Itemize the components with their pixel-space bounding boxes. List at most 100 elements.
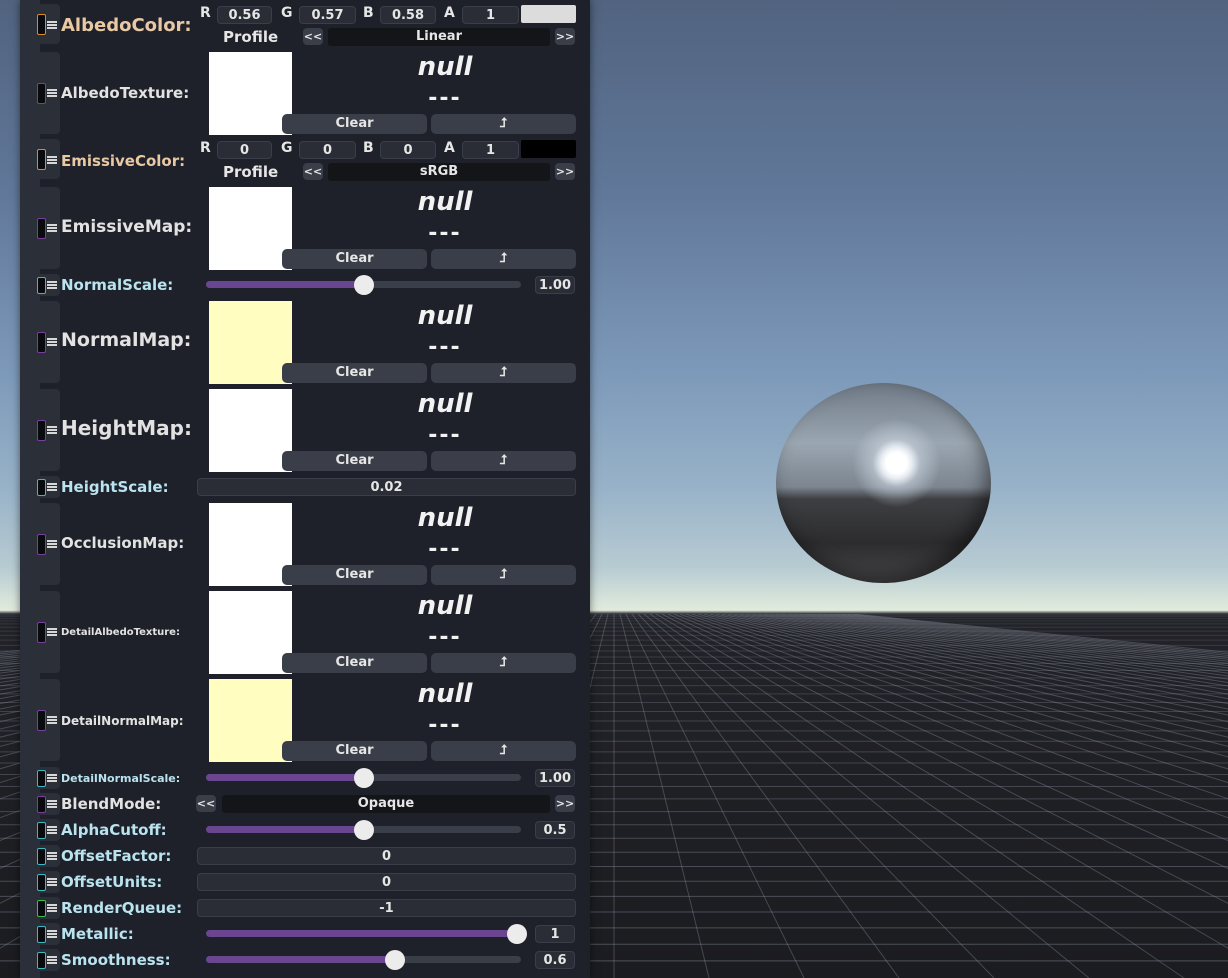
- offset-factor-field[interactable]: 0: [197, 847, 576, 865]
- clear-button[interactable]: Clear: [282, 653, 427, 673]
- drag-handle-icon[interactable]: [47, 930, 57, 938]
- normal-scale-value[interactable]: 1.00: [535, 276, 575, 294]
- drag-handle-icon[interactable]: [47, 426, 57, 434]
- profile-next-button[interactable]: >>: [555, 163, 575, 180]
- clear-button[interactable]: Clear: [282, 114, 427, 134]
- drag-handle-icon[interactable]: [47, 89, 57, 97]
- input-socket-icon[interactable]: [37, 848, 46, 865]
- pick-texture-button[interactable]: ⮥: [431, 653, 576, 673]
- drag-handle-icon[interactable]: [47, 338, 57, 346]
- clear-button[interactable]: Clear: [282, 565, 427, 585]
- slider-knob[interactable]: [353, 275, 374, 295]
- blend-mode-prev-button[interactable]: <<: [196, 795, 216, 812]
- slider-knob[interactable]: [507, 924, 527, 944]
- albedo-a-field[interactable]: 1: [462, 6, 519, 24]
- input-socket-icon[interactable]: [37, 874, 46, 891]
- drag-handle-icon[interactable]: [47, 628, 57, 636]
- profile-next-button[interactable]: >>: [555, 28, 575, 45]
- input-socket-icon[interactable]: [37, 926, 46, 943]
- pick-texture-button[interactable]: ⮥: [431, 565, 576, 585]
- height-scale-field[interactable]: 0.02: [197, 478, 576, 496]
- pick-texture-button[interactable]: ⮥: [431, 363, 576, 383]
- input-socket-icon[interactable]: [37, 900, 46, 917]
- drag-handle-icon[interactable]: [47, 281, 57, 289]
- input-socket-icon[interactable]: [37, 710, 46, 731]
- profile-prev-button[interactable]: <<: [303, 163, 323, 180]
- slider-knob[interactable]: [353, 820, 374, 840]
- input-socket-icon[interactable]: [37, 796, 46, 813]
- slider-fill: [206, 281, 364, 288]
- height-map-preview[interactable]: [209, 389, 292, 472]
- emissive-color-label: EmissiveColor:: [61, 152, 186, 170]
- input-socket-icon[interactable]: [37, 622, 46, 643]
- pick-texture-button[interactable]: ⮥: [431, 741, 576, 761]
- emissive-a-field[interactable]: 1: [462, 141, 519, 159]
- drag-handle-icon[interactable]: [47, 956, 57, 964]
- pick-texture-button[interactable]: ⮥: [431, 114, 576, 134]
- albedo-texture-preview[interactable]: [209, 52, 292, 135]
- alpha-cutoff-value[interactable]: 0.5: [535, 821, 575, 839]
- drag-handle-icon[interactable]: [47, 156, 57, 164]
- offset-units-field[interactable]: 0: [197, 873, 576, 891]
- drag-handle-icon[interactable]: [47, 800, 57, 808]
- render-queue-field[interactable]: -1: [197, 899, 576, 917]
- emissive-r-field[interactable]: 0: [217, 141, 272, 159]
- albedo-b-field[interactable]: 0.58: [380, 6, 436, 24]
- pick-texture-button[interactable]: ⮥: [431, 249, 576, 269]
- input-socket-icon[interactable]: [37, 83, 46, 104]
- drag-handle-icon[interactable]: [47, 716, 57, 724]
- input-socket-icon[interactable]: [37, 332, 46, 353]
- preview-sphere[interactable]: [776, 383, 991, 583]
- albedo-profile-select[interactable]: Linear: [328, 28, 550, 46]
- smoothness-value[interactable]: 0.6: [535, 951, 575, 969]
- input-socket-icon[interactable]: [37, 14, 46, 35]
- drag-handle-icon[interactable]: [47, 774, 57, 782]
- smoothness-label: Smoothness:: [61, 951, 171, 969]
- emissive-map-preview[interactable]: [209, 187, 292, 270]
- normal-map-preview[interactable]: [209, 301, 292, 384]
- input-socket-icon[interactable]: [37, 149, 46, 170]
- texture-dash: ---: [428, 423, 462, 448]
- input-socket-icon[interactable]: [37, 534, 46, 555]
- emissive-profile-select[interactable]: sRGB: [328, 163, 550, 181]
- drag-handle-icon[interactable]: [47, 21, 57, 29]
- blend-mode-select[interactable]: Opaque: [222, 795, 550, 813]
- detail-normal-map-preview[interactable]: [209, 679, 292, 762]
- input-socket-icon[interactable]: [37, 277, 46, 294]
- slider-knob[interactable]: [353, 768, 374, 788]
- drag-handle-icon[interactable]: [47, 852, 57, 860]
- smoothness-slider[interactable]: [206, 956, 521, 963]
- input-socket-icon[interactable]: [37, 479, 46, 496]
- detail-normal-scale-label: DetailNormalScale:: [61, 772, 181, 785]
- metallic-slider[interactable]: [206, 930, 521, 937]
- input-socket-icon[interactable]: [37, 770, 46, 787]
- blend-mode-next-button[interactable]: >>: [555, 795, 575, 812]
- slider-knob[interactable]: [385, 950, 405, 970]
- drag-handle-icon[interactable]: [47, 826, 57, 834]
- albedo-color-swatch[interactable]: [521, 5, 576, 23]
- albedo-r-field[interactable]: 0.56: [217, 6, 272, 24]
- pick-texture-button[interactable]: ⮥: [431, 451, 576, 471]
- detail-normal-scale-value[interactable]: 1.00: [535, 769, 575, 787]
- input-socket-icon[interactable]: [37, 218, 46, 239]
- input-socket-icon[interactable]: [37, 952, 46, 969]
- emissive-color-swatch[interactable]: [521, 140, 576, 158]
- drag-handle-icon[interactable]: [47, 483, 57, 491]
- profile-prev-button[interactable]: <<: [303, 28, 323, 45]
- input-socket-icon[interactable]: [37, 420, 46, 441]
- drag-handle-icon[interactable]: [47, 904, 57, 912]
- drag-handle-icon[interactable]: [47, 224, 57, 232]
- emissive-g-field[interactable]: 0: [299, 141, 356, 159]
- clear-button[interactable]: Clear: [282, 363, 427, 383]
- drag-handle-icon[interactable]: [47, 540, 57, 548]
- metallic-value[interactable]: 1: [535, 925, 575, 943]
- emissive-b-field[interactable]: 0: [380, 141, 436, 159]
- clear-button[interactable]: Clear: [282, 741, 427, 761]
- occlusion-map-preview[interactable]: [209, 503, 292, 586]
- input-socket-icon[interactable]: [37, 822, 46, 839]
- albedo-g-field[interactable]: 0.57: [299, 6, 356, 24]
- clear-button[interactable]: Clear: [282, 451, 427, 471]
- detail-albedo-texture-preview[interactable]: [209, 591, 292, 674]
- clear-button[interactable]: Clear: [282, 249, 427, 269]
- drag-handle-icon[interactable]: [47, 878, 57, 886]
